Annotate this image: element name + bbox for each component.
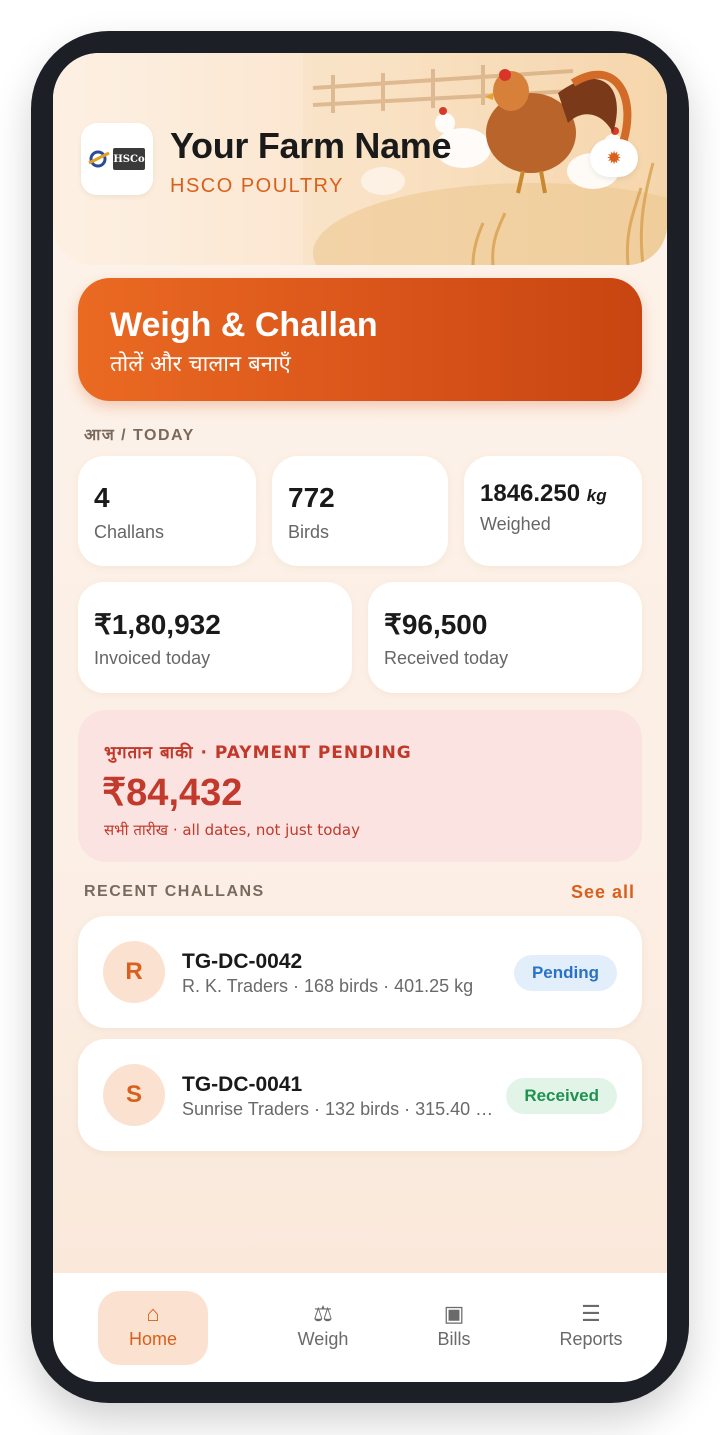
stat-card-challans: 4 Challans [78,456,256,566]
invoiced-value: ₹1,80,932 [94,609,221,640]
cta-title: Weigh & Challan [110,306,378,344]
challan-row[interactable]: S TG-DC-0041 Sunrise Traders · 132 birds… [78,1039,642,1151]
status-badge: Pending [513,955,617,991]
logo-mark-icon [88,150,110,168]
invoiced-card: ₹1,80,932 Invoiced today [78,582,352,693]
received-value: ₹96,500 [384,609,488,640]
avatar: S [103,1064,165,1126]
sun-icon: ✹ [606,147,622,168]
stat-label: Challans [94,522,165,542]
received-label: Received today [384,648,509,668]
challan-id: TG-DC-0041 [182,1073,303,1096]
cta-subtitle: तोलें और चालान बनाएँ [110,352,291,377]
nav-label: Home [128,1329,177,1349]
bill-icon: ▣ [443,1301,465,1326]
invoiced-label: Invoiced today [94,648,211,668]
reports-icon: ☰ [581,1301,601,1326]
scale-icon: ⚖ [313,1301,333,1326]
nav-label: Weigh [297,1329,349,1349]
header: HSCo Your Farm Name HSCO POULTRY ✹ [53,53,667,265]
pending-label: भुगतान बाकी · PAYMENT PENDING [104,743,412,763]
logo-text: HSCo [113,148,145,170]
brand-name: HSCO POULTRY [170,175,344,197]
stat-value: 772 [288,482,335,513]
status-badge: Received [506,1078,617,1114]
nav-item-weigh[interactable]: ⚖ Weigh [268,1291,378,1365]
avatar: R [103,941,165,1003]
farm-name: Your Farm Name [170,125,452,166]
pending-note: सभी तारीख · all dates, not just today [104,821,360,839]
weight-unit: kg [586,486,607,505]
see-all-link[interactable]: See all [571,882,635,903]
stat-value: 4 [94,482,110,513]
today-section-label: आज / TODAY [84,427,195,444]
stat-card-birds: 772 Birds [272,456,448,566]
stat-card-weighed: 1846.250 kg Weighed [464,456,642,566]
home-icon: ⌂ [146,1301,160,1326]
recent-section-label: RECENT CHALLANS [84,883,265,900]
challan-id: TG-DC-0042 [182,950,303,973]
farm-logo: HSCo [81,123,153,195]
app-screen: HSCo Your Farm Name HSCO POULTRY ✹ Weigh… [53,53,667,1382]
stat-label: Birds [288,522,330,542]
pending-amount: ₹84,432 [102,772,243,814]
nav-label: Reports [559,1329,623,1349]
stat-label: Weighed [480,514,551,534]
theme-toggle-button[interactable]: ✹ [590,139,638,177]
nav-item-reports[interactable]: ☰ Reports [536,1291,646,1365]
weight-value: 1846.250 [480,480,581,507]
challan-row[interactable]: R TG-DC-0042 R. K. Traders · 168 birds ·… [78,916,642,1028]
nav-label: Bills [437,1329,471,1349]
stat-value: 1846.250 kg [480,480,607,508]
payment-pending-card[interactable]: भुगतान बाकी · PAYMENT PENDING ₹84,432 सभ… [78,710,642,862]
nav-item-bills[interactable]: ▣ Bills [399,1291,509,1365]
nav-item-home[interactable]: ⌂ Home [98,1291,208,1365]
bottom-nav: ⌂ Home ⚖ Weigh ▣ Bills ☰ Reports [53,1273,667,1382]
received-card: ₹96,500 Received today [368,582,642,693]
challan-meta: Sunrise Traders · 132 birds · 315.40 kg [182,1099,494,1119]
challan-meta: R. K. Traders · 168 birds · 401.25 kg [182,976,474,996]
weigh-challan-button[interactable]: Weigh & Challan तोलें और चालान बनाएँ [78,278,642,401]
